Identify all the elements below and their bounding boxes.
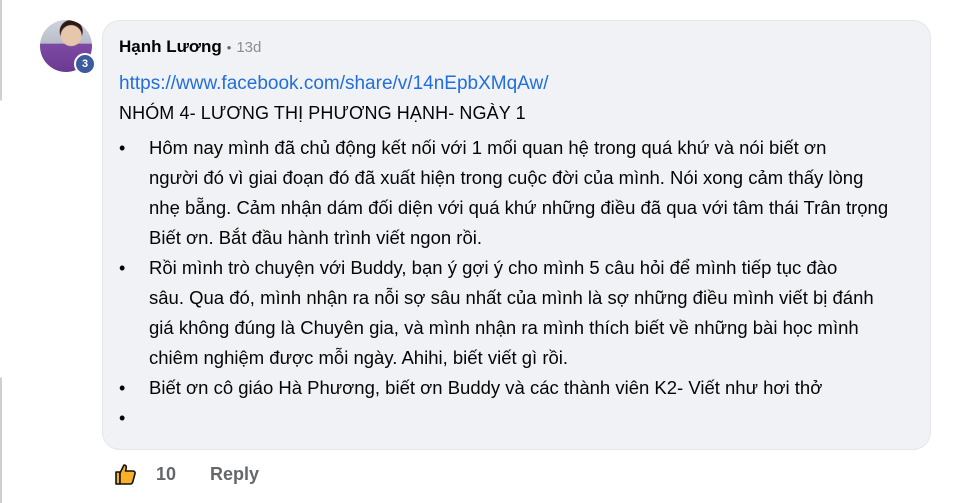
comment-title: NHÓM 4- LƯƠNG THỊ PHƯƠNG HẠNH- NGÀY 1 <box>119 103 526 123</box>
left-border <box>0 0 2 503</box>
comment-line: chiêm nghiệm được mỗi ngày. Ahihi, biết … <box>119 343 914 373</box>
line-text: chiêm nghiệm được mỗi ngày. Ahihi, biết … <box>149 347 569 368</box>
thumbs-up-icon[interactable] <box>114 462 138 486</box>
comment-line: Biết ơn. Bắt đầu hành trình viết ngon rồ… <box>119 223 914 253</box>
bullet-mark: • <box>119 378 126 398</box>
comment-line: • <box>119 403 914 433</box>
reply-button[interactable]: Reply <box>210 464 259 485</box>
line-text: Biết ơn cô giáo Hà Phương, biết ơn Buddy… <box>149 377 823 398</box>
bullet-mark: • <box>119 258 126 278</box>
shared-link[interactable]: https://www.facebook.com/share/v/14nEpbX… <box>119 73 914 99</box>
comment-actions: 10 Reply <box>114 462 259 486</box>
line-text: Rồi mình trò chuyện với Buddy, bạn ý gợi… <box>149 257 838 278</box>
comment-line: nhẹ bẵng. Cảm nhận dám đối diện với quá … <box>119 193 914 223</box>
line-text: Biết ơn. Bắt đầu hành trình viết ngon rồ… <box>149 227 483 248</box>
bullet-mark: • <box>119 408 126 428</box>
like-count[interactable]: 10 <box>156 464 176 485</box>
line-text: sâu. Qua đó, mình nhận ra nỗi sợ sâu nhấ… <box>149 287 874 308</box>
comment-line: sâu. Qua đó, mình nhận ra nỗi sợ sâu nhấ… <box>119 283 914 313</box>
line-text: giá không đúng là Chuyên gia, và mình nh… <box>149 317 859 338</box>
line-text: người đó vì giai đoạn đó đã xuất hiện tr… <box>149 167 864 188</box>
bullet-mark: • <box>119 138 126 158</box>
comment-bubble: Hạnh Lương • 13d https://www.facebook.co… <box>102 20 931 450</box>
line-text: nhẹ bẵng. Cảm nhận dám đối diện với quá … <box>149 197 889 218</box>
avatar-container[interactable]: 3 <box>40 20 96 75</box>
separator-dot: • <box>226 40 232 55</box>
comment-line: người đó vì giai đoạn đó đã xuất hiện tr… <box>119 163 914 193</box>
line-text: Hôm nay mình đã chủ động kết nối với 1 m… <box>149 137 827 158</box>
author-name[interactable]: Hạnh Lương <box>119 37 222 57</box>
comment-line: • Rồi mình trò chuyện với Buddy, bạn ý gợ… <box>119 253 914 283</box>
avatar-badge: 3 <box>74 53 96 75</box>
timestamp[interactable]: 13d <box>236 39 261 56</box>
comment-line: • Biết ơn cô giáo Hà Phương, biết ơn Budd… <box>119 373 914 403</box>
comment-line: giá không đúng là Chuyên gia, và mình nh… <box>119 313 914 343</box>
comment-header: Hạnh Lương • 13d <box>119 37 914 63</box>
comment-body: • Hôm nay mình đã chủ động kết nối với 1 … <box>119 133 914 433</box>
comment-line: • Hôm nay mình đã chủ động kết nối với 1 … <box>119 133 914 163</box>
